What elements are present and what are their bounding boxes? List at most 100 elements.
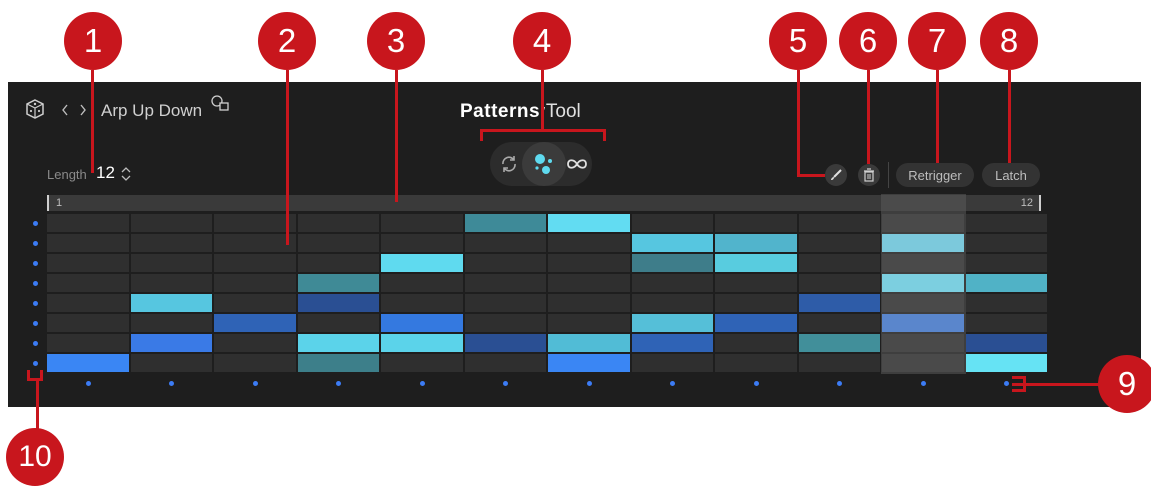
step-cell[interactable] <box>882 294 964 312</box>
step-cell[interactable] <box>214 274 296 292</box>
step-cell[interactable] <box>798 214 880 232</box>
random-dots-icon[interactable] <box>522 142 566 186</box>
row-indicator-dot[interactable] <box>33 301 38 306</box>
step-cell[interactable] <box>715 214 797 232</box>
step-indicator-dot[interactable] <box>753 381 759 386</box>
step-cell[interactable] <box>297 254 379 272</box>
step-cell[interactable] <box>130 354 212 372</box>
infinity-icon[interactable] <box>563 150 591 178</box>
step-cell[interactable] <box>965 234 1047 252</box>
step-cell[interactable] <box>882 214 964 232</box>
step-cell-active[interactable] <box>715 314 797 332</box>
step-cell[interactable] <box>464 254 546 272</box>
step-cell[interactable] <box>297 214 379 232</box>
step-cell[interactable] <box>214 214 296 232</box>
step-cell-active[interactable] <box>631 234 713 252</box>
step-cell[interactable] <box>715 274 797 292</box>
preset-name[interactable]: Arp Up Down <box>101 101 202 121</box>
step-cell[interactable] <box>965 214 1047 232</box>
step-cell[interactable] <box>214 334 296 352</box>
step-cell-active[interactable] <box>965 274 1047 292</box>
step-cell[interactable] <box>47 334 129 352</box>
row-indicator-dot[interactable] <box>33 281 38 286</box>
brush-icon[interactable] <box>825 164 847 186</box>
step-indicator-dot[interactable] <box>920 381 926 386</box>
step-cell-active[interactable] <box>214 314 296 332</box>
chevron-left-icon[interactable] <box>58 102 72 118</box>
step-cell[interactable] <box>548 254 630 272</box>
step-cell[interactable] <box>47 274 129 292</box>
step-cell-active[interactable] <box>548 354 630 372</box>
step-cell-active[interactable] <box>965 354 1047 372</box>
step-indicator-dot[interactable] <box>419 381 425 386</box>
dice-icon[interactable] <box>24 98 46 120</box>
step-cell[interactable] <box>882 254 964 272</box>
step-cell-active[interactable] <box>464 334 546 352</box>
step-cell-active[interactable] <box>130 334 212 352</box>
step-cell[interactable] <box>548 274 630 292</box>
step-cell[interactable] <box>381 274 463 292</box>
step-cell-active[interactable] <box>297 334 379 352</box>
step-cell-active[interactable] <box>715 234 797 252</box>
step-cell[interactable] <box>464 294 546 312</box>
step-cell[interactable] <box>214 234 296 252</box>
step-cell[interactable] <box>47 254 129 272</box>
cycle-icon[interactable] <box>495 150 523 178</box>
ruler-end-marker[interactable] <box>1039 195 1041 211</box>
step-cell[interactable] <box>381 294 463 312</box>
length-value[interactable]: 12 <box>96 163 115 183</box>
step-cell-active[interactable] <box>631 314 713 332</box>
step-cell[interactable] <box>631 354 713 372</box>
step-cell-active[interactable] <box>548 214 630 232</box>
step-cell-active[interactable] <box>882 234 964 252</box>
step-cell-active[interactable] <box>715 254 797 272</box>
step-cell[interactable] <box>130 254 212 272</box>
step-cell-active[interactable] <box>297 274 379 292</box>
step-cell-active[interactable] <box>882 314 964 332</box>
step-cell[interactable] <box>548 234 630 252</box>
step-cell[interactable] <box>882 354 964 372</box>
step-cell[interactable] <box>297 314 379 332</box>
step-indicator-dot[interactable] <box>252 381 258 386</box>
step-cell[interactable] <box>631 214 713 232</box>
row-indicator-dot[interactable] <box>33 221 38 226</box>
row-indicator-dot[interactable] <box>33 341 38 346</box>
step-cell[interactable] <box>47 294 129 312</box>
chevron-right-icon[interactable] <box>76 102 90 118</box>
step-cell[interactable] <box>464 354 546 372</box>
step-cell-active[interactable] <box>548 334 630 352</box>
step-cell[interactable] <box>214 254 296 272</box>
step-cell[interactable] <box>47 214 129 232</box>
step-cell[interactable] <box>464 234 546 252</box>
step-cell-active[interactable] <box>631 334 713 352</box>
ruler-start-marker[interactable] <box>47 195 49 211</box>
row-indicator-dot[interactable] <box>33 261 38 266</box>
step-cell[interactable] <box>130 274 212 292</box>
step-cell[interactable] <box>464 314 546 332</box>
step-cell[interactable] <box>631 294 713 312</box>
step-cell[interactable] <box>381 214 463 232</box>
step-cell[interactable] <box>214 294 296 312</box>
step-cell-active[interactable] <box>965 334 1047 352</box>
step-cell[interactable] <box>381 234 463 252</box>
step-cell-active[interactable] <box>381 254 463 272</box>
step-cell[interactable] <box>631 274 713 292</box>
step-cell[interactable] <box>715 294 797 312</box>
step-indicator-dot[interactable] <box>85 381 91 386</box>
step-cell[interactable] <box>965 254 1047 272</box>
step-cell[interactable] <box>464 274 546 292</box>
step-cell[interactable] <box>798 354 880 372</box>
step-cell-active[interactable] <box>297 294 379 312</box>
step-indicator-dot[interactable] <box>586 381 592 386</box>
latch-button[interactable]: Latch <box>982 163 1040 187</box>
step-cell-active[interactable] <box>381 334 463 352</box>
step-cell[interactable] <box>214 354 296 372</box>
retrigger-button[interactable]: Retrigger <box>896 163 974 187</box>
step-cell[interactable] <box>548 294 630 312</box>
step-cell-active[interactable] <box>798 334 880 352</box>
step-cell-active[interactable] <box>631 254 713 272</box>
step-cell-active[interactable] <box>297 354 379 372</box>
step-cell[interactable] <box>882 334 964 352</box>
step-cell-active[interactable] <box>381 314 463 332</box>
up-down-stepper-icon[interactable] <box>119 164 133 184</box>
